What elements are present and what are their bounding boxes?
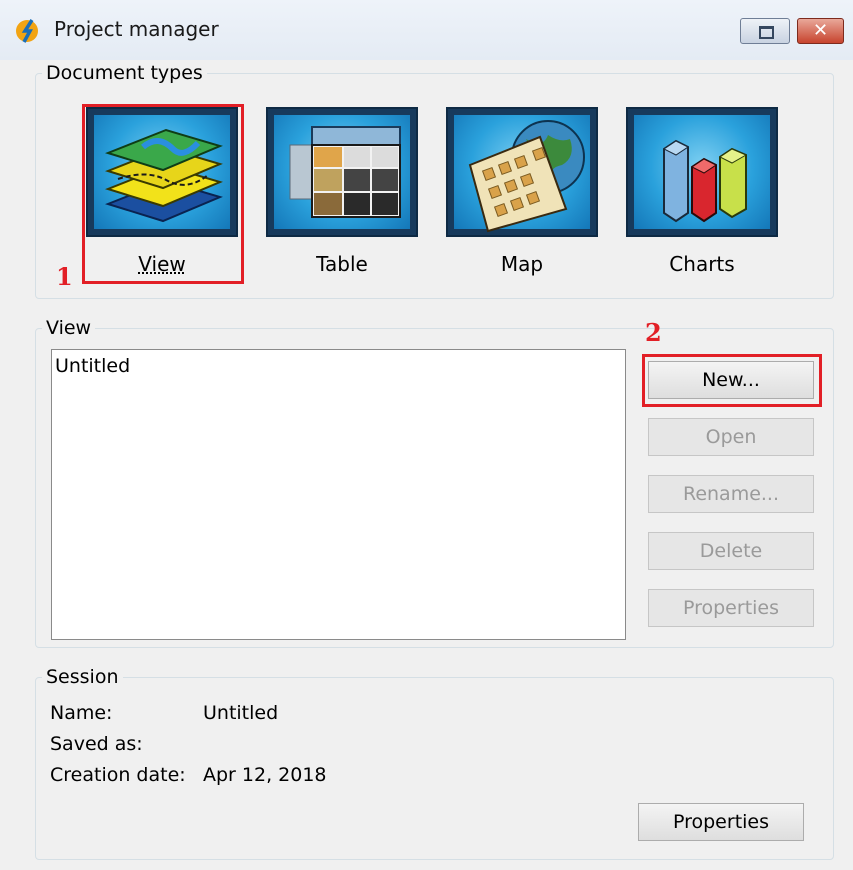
- view-properties-button[interactable]: Properties: [648, 589, 814, 627]
- title-bar: Project manager ✕: [0, 0, 853, 60]
- highlight-box-new: [642, 354, 822, 407]
- session-group-title: Session: [42, 666, 123, 688]
- close-icon: ✕: [812, 20, 829, 41]
- app-logo-icon: [16, 19, 38, 43]
- session-creation-date-label: Creation date:: [50, 764, 186, 786]
- table-icon: [289, 126, 401, 218]
- doc-type-charts[interactable]: [626, 107, 778, 237]
- view-group-title: View: [42, 317, 96, 339]
- window-title: Project manager: [54, 17, 219, 41]
- session-name-value: Untitled: [203, 702, 279, 724]
- session-saved-as-label: Saved as:: [50, 733, 143, 755]
- doc-type-table-label: Table: [316, 252, 368, 276]
- doc-type-map[interactable]: [446, 107, 598, 237]
- close-button[interactable]: ✕: [797, 18, 844, 44]
- open-button[interactable]: Open: [648, 418, 814, 456]
- rename-button[interactable]: Rename...: [648, 475, 814, 513]
- session-properties-button[interactable]: Properties: [638, 803, 804, 841]
- view-documents-list[interactable]: Untitled: [51, 349, 626, 640]
- document-types-title: Document types: [42, 62, 207, 84]
- project-manager-window: Project manager ✕ Document types View Ta…: [0, 0, 853, 870]
- bar-chart-icon: [663, 139, 748, 223]
- restore-button[interactable]: [740, 18, 790, 44]
- doc-type-charts-label: Charts: [669, 252, 735, 276]
- doc-type-table[interactable]: [266, 107, 418, 237]
- session-creation-date-value: Apr 12, 2018: [203, 764, 327, 786]
- step-number-2: 2: [645, 318, 662, 347]
- delete-button[interactable]: Delete: [648, 532, 814, 570]
- map-globe-icon: [468, 120, 585, 233]
- doc-type-map-label: Map: [500, 252, 544, 276]
- list-item[interactable]: Untitled: [55, 355, 130, 377]
- highlight-box-view: [82, 104, 244, 284]
- step-number-1: 1: [56, 262, 73, 291]
- session-name-label: Name:: [50, 702, 113, 724]
